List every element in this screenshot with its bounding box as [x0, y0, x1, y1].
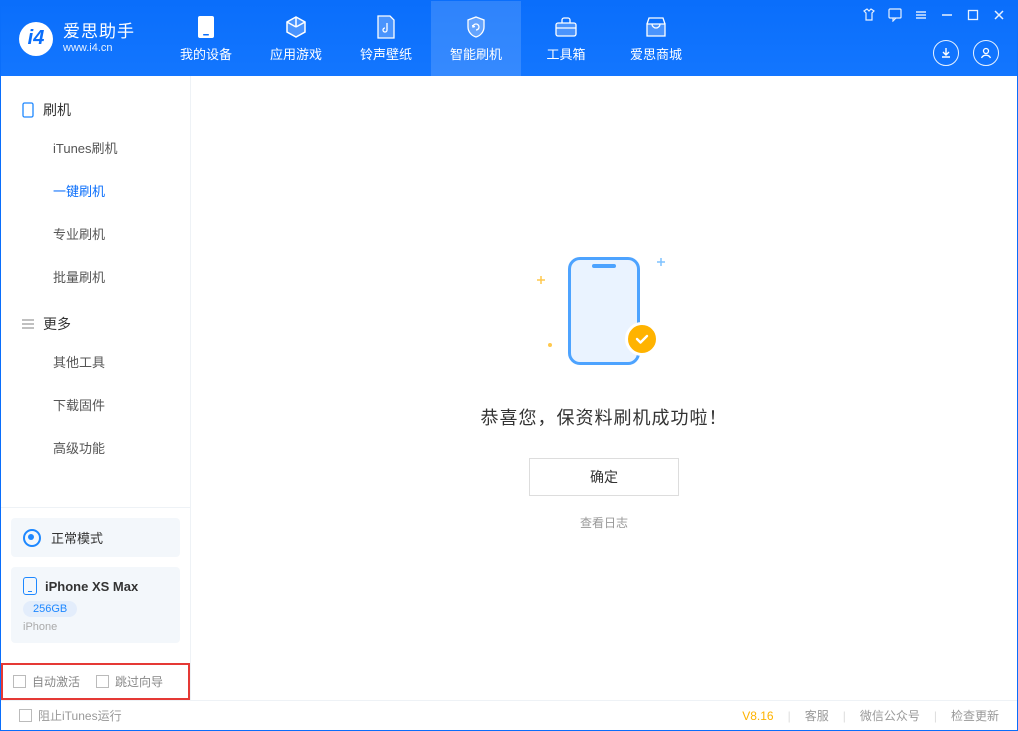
nav-label: 我的设备 — [180, 44, 232, 63]
checkbox-skip-guide[interactable]: 跳过向导 — [96, 673, 163, 690]
title-bar: i4 爱思助手 www.i4.cn 我的设备 应用游戏 铃声壁纸 智能刷机 工具… — [1, 1, 1017, 76]
app-logo-text: 爱思助手 www.i4.cn — [63, 23, 135, 54]
nav-label: 铃声壁纸 — [360, 44, 412, 63]
checkbox-box-icon — [13, 675, 26, 688]
sidebar-item-advanced[interactable]: 高级功能 — [1, 426, 190, 469]
success-check-badge-icon — [625, 322, 659, 356]
highlighted-checkbox-row: 自动激活 跳过向导 — [1, 663, 190, 700]
body: 刷机 iTunes刷机 一键刷机 专业刷机 批量刷机 更多 其他工具 下载固件 … — [1, 76, 1017, 700]
section-title: 更多 — [43, 314, 71, 334]
sidebar-item-download-firmware[interactable]: 下载固件 — [1, 383, 190, 426]
sidebar-item-onekey-flash[interactable]: 一键刷机 — [1, 169, 190, 212]
app-subtitle: www.i4.cn — [63, 42, 135, 54]
app-logo-icon: i4 — [19, 22, 53, 56]
footer-links: V8.16 | 客服 | 微信公众号 | 检查更新 — [742, 707, 999, 724]
feedback-icon[interactable] — [887, 7, 903, 23]
status-dot-icon — [23, 529, 41, 547]
nav-label: 智能刷机 — [450, 44, 502, 63]
close-button[interactable] — [991, 7, 1007, 23]
sidebar-scroll: 刷机 iTunes刷机 一键刷机 专业刷机 批量刷机 更多 其他工具 下载固件 … — [1, 76, 190, 507]
footer-link-service[interactable]: 客服 — [805, 707, 829, 724]
sidebar-item-pro-flash[interactable]: 专业刷机 — [1, 212, 190, 255]
checkbox-box-icon — [19, 709, 32, 722]
checkbox-stop-itunes[interactable]: 阻止iTunes运行 — [19, 707, 122, 724]
checkbox-label: 跳过向导 — [115, 673, 163, 690]
device-card[interactable]: iPhone XS Max 256GB iPhone — [11, 567, 180, 643]
view-log-link[interactable]: 查看日志 — [580, 514, 628, 531]
checkbox-box-icon — [96, 675, 109, 688]
music-file-icon — [373, 14, 399, 40]
device-type: iPhone — [23, 621, 168, 633]
nav-label: 爱思商城 — [630, 44, 682, 63]
status-bar: 阻止iTunes运行 V8.16 | 客服 | 微信公众号 | 检查更新 — [1, 700, 1017, 730]
sidebar-item-itunes-flash[interactable]: iTunes刷机 — [1, 126, 190, 169]
nav-tab-toolbox[interactable]: 工具箱 — [521, 1, 611, 76]
sidebar-bottom: 正常模式 iPhone XS Max 256GB iPhone — [1, 507, 190, 663]
device-name: iPhone XS Max — [45, 579, 138, 594]
main-content: 恭喜您，保资料刷机成功啦！ 确定 查看日志 — [191, 76, 1017, 700]
shirt-icon[interactable] — [861, 7, 877, 23]
store-icon — [643, 14, 669, 40]
nav-tab-apps[interactable]: 应用游戏 — [251, 1, 341, 76]
list-icon — [21, 317, 35, 331]
main-nav: 我的设备 应用游戏 铃声壁纸 智能刷机 工具箱 爱思商城 — [161, 1, 701, 76]
separator: | — [788, 709, 791, 723]
user-account-button[interactable] — [973, 40, 999, 66]
checkbox-auto-activate[interactable]: 自动激活 — [13, 673, 80, 690]
nav-label: 应用游戏 — [270, 44, 322, 63]
shield-refresh-icon — [463, 14, 489, 40]
nav-tab-device[interactable]: 我的设备 — [161, 1, 251, 76]
sidebar-section-more: 更多 — [1, 298, 190, 340]
footer-link-wechat[interactable]: 微信公众号 — [860, 707, 920, 724]
ok-button[interactable]: 确定 — [529, 458, 679, 496]
sparkle-icon — [537, 276, 545, 284]
window-controls — [861, 7, 1007, 23]
device-mode-label: 正常模式 — [51, 528, 103, 547]
section-title: 刷机 — [43, 100, 71, 120]
header-right-actions — [933, 40, 999, 66]
separator: | — [934, 709, 937, 723]
footer-link-update[interactable]: 检查更新 — [951, 707, 999, 724]
sparkle-icon — [657, 258, 665, 266]
toolbox-icon — [553, 14, 579, 40]
minimize-button[interactable] — [939, 7, 955, 23]
phone-icon — [193, 14, 219, 40]
separator: | — [843, 709, 846, 723]
success-illustration — [529, 246, 679, 376]
app-title: 爱思助手 — [63, 23, 135, 42]
nav-label: 工具箱 — [546, 44, 585, 63]
nav-tab-flash[interactable]: 智能刷机 — [431, 1, 521, 76]
download-button[interactable] — [933, 40, 959, 66]
sidebar-item-batch-flash[interactable]: 批量刷机 — [1, 255, 190, 298]
nav-tab-store[interactable]: 爱思商城 — [611, 1, 701, 76]
checkbox-label: 自动激活 — [32, 673, 80, 690]
menu-icon[interactable] — [913, 7, 929, 23]
phone-outline-icon — [21, 103, 35, 117]
phone-small-icon — [23, 577, 37, 595]
sidebar-item-other-tools[interactable]: 其他工具 — [1, 340, 190, 383]
sidebar: 刷机 iTunes刷机 一键刷机 专业刷机 批量刷机 更多 其他工具 下载固件 … — [1, 76, 191, 700]
logo-area: i4 爱思助手 www.i4.cn — [1, 1, 153, 76]
sidebar-section-flash: 刷机 — [1, 84, 190, 126]
checkbox-label: 阻止iTunes运行 — [38, 707, 122, 724]
version-label: V8.16 — [742, 709, 773, 723]
sparkle-icon — [547, 342, 555, 350]
device-capacity-badge: 256GB — [23, 601, 77, 617]
device-mode-card[interactable]: 正常模式 — [11, 518, 180, 557]
nav-tab-ringtone[interactable]: 铃声壁纸 — [341, 1, 431, 76]
success-message: 恭喜您，保资料刷机成功啦！ — [481, 404, 728, 430]
cube-icon — [283, 14, 309, 40]
maximize-button[interactable] — [965, 7, 981, 23]
